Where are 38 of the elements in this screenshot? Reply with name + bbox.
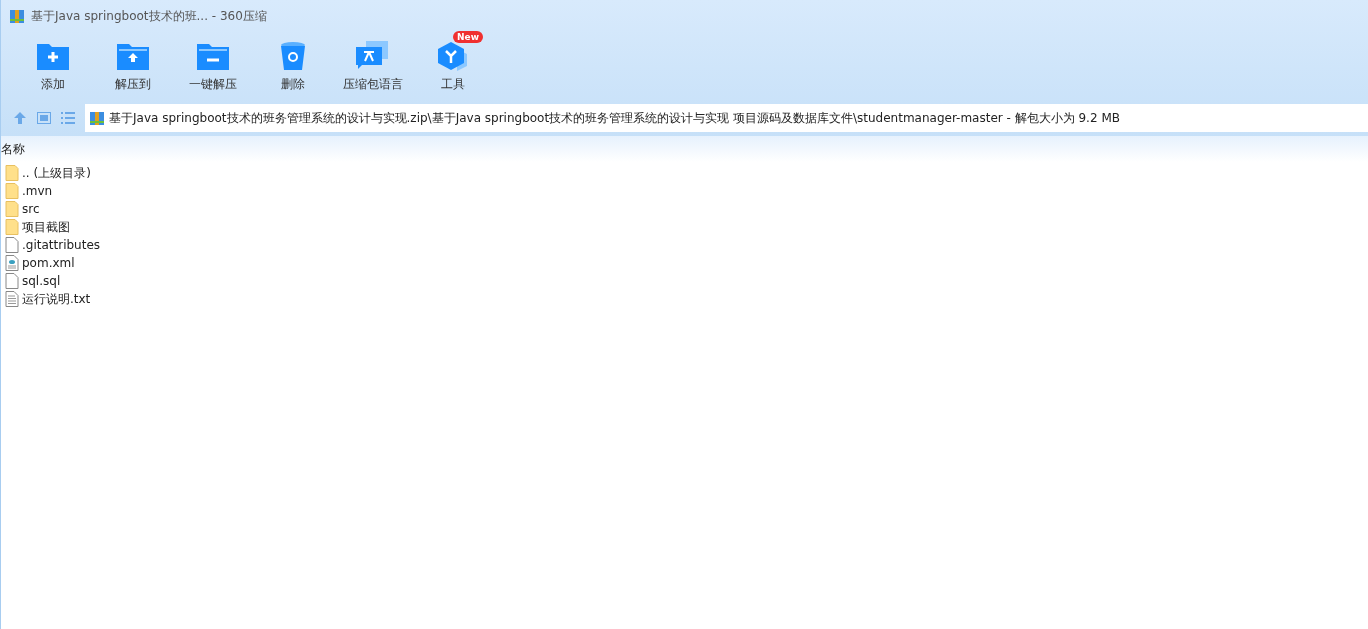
toolbar-button[interactable]: 压缩包语言 bbox=[333, 32, 413, 100]
file-row[interactable]: 运行说明.txt bbox=[5, 290, 1368, 308]
file-icon bbox=[5, 237, 19, 253]
file-row[interactable]: pom.xml bbox=[5, 254, 1368, 272]
file-row[interactable]: sql.sql bbox=[5, 272, 1368, 290]
folder-minus-icon bbox=[197, 42, 229, 70]
file-row[interactable]: .mvn bbox=[5, 182, 1368, 200]
archive-icon bbox=[9, 8, 25, 24]
folder-icon bbox=[5, 183, 19, 199]
archive-icon bbox=[89, 110, 105, 126]
file-row[interactable]: .. (上级目录) bbox=[5, 164, 1368, 182]
folder-upload-icon bbox=[117, 42, 149, 70]
folder-icon bbox=[5, 201, 19, 217]
up-arrow-icon[interactable] bbox=[13, 111, 27, 125]
list-view-icon[interactable] bbox=[61, 112, 75, 124]
xml-file-icon bbox=[5, 255, 19, 271]
address-bar[interactable]: 基于Java springboot技术的班务管理系统的设计与实现.zip\基于Java springboot技术的班务管理系统的设计与实现 项目源码及数据库文件\studentmanager-master - 解包大小为 9.2 MB bbox=[85, 104, 1368, 132]
toolbar-button[interactable]: 添加 bbox=[13, 32, 93, 100]
translate-icon bbox=[356, 41, 390, 71]
folder-icon bbox=[5, 219, 19, 235]
new-badge: New bbox=[453, 31, 483, 43]
folder-icon bbox=[5, 165, 19, 181]
toolbar-button[interactable]: 一键解压 bbox=[173, 32, 253, 100]
archive-path: 基于Java springboot技术的班务管理系统的设计与实现.zip\基于Java springboot技术的班务管理系统的设计与实现 项目源码及数据库文件\studentmanager-master - 解包大小为 9.2 MB bbox=[109, 109, 1120, 127]
file-row[interactable]: 项目截图 bbox=[5, 218, 1368, 236]
toolbar-button[interactable]: 解压到 bbox=[93, 32, 173, 100]
thumbnail-view-icon[interactable] bbox=[37, 112, 51, 124]
file-row[interactable]: .gitattributes bbox=[5, 236, 1368, 254]
window-title: 基于Java springboot技术的班... - 360压缩 bbox=[31, 7, 267, 25]
file-row[interactable]: src bbox=[5, 200, 1368, 218]
toolbar-button[interactable]: New 工具 bbox=[413, 32, 493, 100]
file-icon bbox=[5, 273, 19, 289]
hexagon-tool-icon bbox=[437, 41, 469, 71]
recycle-bin-icon bbox=[280, 41, 306, 71]
folder-plus-icon bbox=[37, 42, 69, 70]
toolbar-button[interactable]: 删除 bbox=[253, 32, 333, 100]
text-file-icon bbox=[5, 291, 19, 307]
column-header[interactable]: 名称 bbox=[1, 140, 25, 158]
